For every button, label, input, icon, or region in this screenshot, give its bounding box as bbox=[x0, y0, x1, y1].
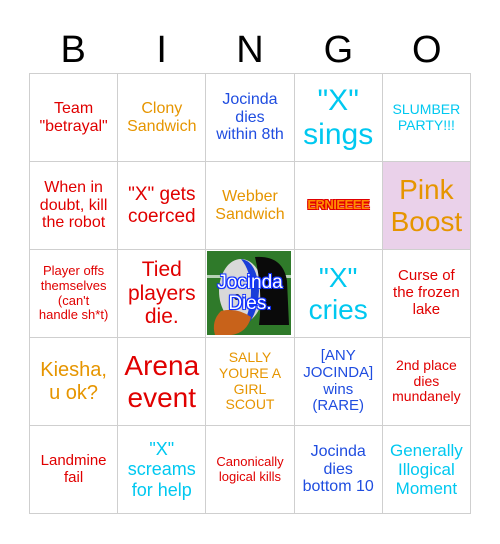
bingo-cell[interactable]: Landmine fail bbox=[30, 426, 119, 514]
bingo-cell[interactable]: SLUMBER PARTY!!! bbox=[382, 74, 471, 162]
bingo-cell-text: [ANY JOCINDA] wins (RARE) bbox=[303, 346, 374, 415]
bingo-header: B I N G O bbox=[29, 28, 471, 73]
bingo-cell[interactable]: Canonically logical kills bbox=[206, 426, 295, 514]
bingo-cell[interactable]: Player offs themselves (can't handle sh*… bbox=[30, 250, 119, 338]
bingo-cell-text: Clony Sandwich bbox=[127, 99, 197, 135]
bingo-cell-text: "X" screams for help bbox=[127, 439, 196, 500]
bingo-cell-text: Arena event bbox=[124, 350, 200, 413]
bingo-cell[interactable]: Generally Illogical Moment bbox=[382, 426, 471, 514]
bingo-cell-text: "X" sings bbox=[303, 83, 374, 151]
bingo-cell[interactable]: Team "betrayal" bbox=[30, 74, 119, 162]
bingo-cell-text: Jocinda dies bottom 10 bbox=[302, 442, 374, 496]
header-letter-i: I bbox=[156, 29, 167, 71]
bingo-cell[interactable]: [ANY JOCINDA] wins (RARE) bbox=[294, 338, 383, 426]
bingo-cell-text: Curse of the frozen lake bbox=[393, 267, 460, 318]
bingo-cell-text: "X" gets coerced bbox=[127, 184, 196, 227]
bingo-cell[interactable]: When in doubt, kill the robot bbox=[30, 162, 119, 250]
bingo-cell-text: Webber Sandwich bbox=[215, 187, 285, 223]
bingo-cell[interactable]: "X" cries bbox=[294, 250, 383, 338]
bingo-cell-text: Tied players die. bbox=[127, 258, 196, 329]
bingo-cell-text: SLUMBER PARTY!!! bbox=[392, 100, 461, 133]
header-letter-n: N bbox=[236, 29, 264, 71]
bingo-cell-text: Team "betrayal" bbox=[39, 99, 108, 135]
bingo-cell[interactable]: "X" gets coerced bbox=[118, 162, 207, 250]
header-letter-g: G bbox=[323, 29, 354, 71]
header-letter-b: B bbox=[60, 29, 86, 71]
bingo-cell-text: ERNIEEEE bbox=[307, 197, 370, 213]
bingo-cell[interactable]: Tied players die. bbox=[118, 250, 207, 338]
bingo-cell[interactable]: Clony Sandwich bbox=[118, 74, 207, 162]
bingo-cell[interactable]: Kiesha, u ok? bbox=[30, 338, 119, 426]
bingo-grid: Team "betrayal" Clony Sandwich Jocinda die… bbox=[29, 73, 471, 514]
free-space-label: Jocinda Dies. bbox=[217, 271, 283, 314]
bingo-cell-text: "X" cries bbox=[308, 262, 368, 325]
bingo-cell-text: Generally Illogical Moment bbox=[390, 440, 463, 499]
bingo-cell-text: Jocinda dies within 8th bbox=[216, 90, 284, 144]
bingo-cell[interactable]: 2nd place dies mundanely bbox=[382, 338, 471, 426]
bingo-cell-text: SALLY YOURE A GIRL SCOUT bbox=[218, 349, 282, 413]
header-letter-o: O bbox=[412, 29, 442, 71]
bingo-cell-text: Kiesha, u ok? bbox=[40, 359, 107, 404]
bingo-cell-free-space[interactable]: Jocinda Dies. bbox=[206, 250, 295, 338]
bingo-cell[interactable]: Jocinda dies bottom 10 bbox=[294, 426, 383, 514]
bingo-cell[interactable]: Jocinda dies within 8th bbox=[206, 74, 295, 162]
bingo-cell[interactable]: SALLY YOURE A GIRL SCOUT bbox=[206, 338, 295, 426]
bingo-cell[interactable]: "X" screams for help bbox=[118, 426, 207, 514]
bingo-cell[interactable]: "X" sings bbox=[294, 74, 383, 162]
bingo-cell[interactable]: Webber Sandwich bbox=[206, 162, 295, 250]
bingo-cell[interactable]: ERNIEEEE bbox=[294, 162, 383, 250]
bingo-cell[interactable]: Pink Boost bbox=[382, 162, 471, 250]
bingo-cell[interactable]: Curse of the frozen lake bbox=[382, 250, 471, 338]
bingo-cell[interactable]: Arena event bbox=[118, 338, 207, 426]
bingo-cell-text: Landmine fail bbox=[40, 451, 107, 486]
bingo-cell-text: Player offs themselves (can't handle sh*… bbox=[38, 263, 109, 323]
bingo-cell-text: When in doubt, kill the robot bbox=[39, 178, 108, 232]
bingo-cell-text: Pink Boost bbox=[390, 174, 463, 237]
bingo-cell-text: Canonically logical kills bbox=[216, 453, 284, 484]
bingo-cell-text: 2nd place dies mundanely bbox=[392, 356, 461, 405]
